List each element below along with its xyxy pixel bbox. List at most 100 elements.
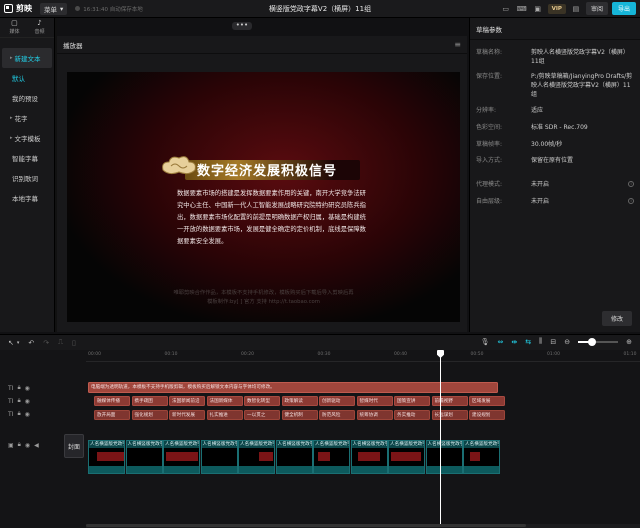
snap-icon[interactable]: ⇹ <box>511 338 517 346</box>
video-clip[interactable]: 人名横竖版党政字幕 <box>313 440 350 474</box>
redo-icon[interactable]: ↷ <box>43 339 49 347</box>
video-clip[interactable]: 人名横竖版党政字幕 <box>463 440 500 474</box>
text-clip[interactable]: 新时代发展 <box>169 410 205 420</box>
layout-switch-icon[interactable]: ▤ <box>570 3 582 15</box>
param-label: 草稿名称: <box>476 49 503 56</box>
split-icon[interactable]: ⎍ <box>58 338 63 347</box>
eye-icon[interactable]: ◉ <box>25 385 30 392</box>
sidebar-item-new-text[interactable]: 新建文本 <box>2 48 52 68</box>
text-clip[interactable]: 携手疏困 <box>131 396 168 406</box>
eye-icon[interactable]: ◉ <box>25 398 30 405</box>
zoom-knob[interactable] <box>588 337 597 346</box>
vip-badge[interactable]: VIP <box>547 3 566 14</box>
text-clip[interactable]: 扎实推进 <box>206 410 243 420</box>
text-clip[interactable]: 前瞻视野 <box>431 396 468 406</box>
time-ruler[interactable]: 00:00 00:10 00:20 00:30 00:40 00:50 01:00 01:10 <box>86 350 640 362</box>
text-clip[interactable]: 建设规划 <box>469 410 505 420</box>
layout-icon[interactable]: ▭ <box>500 3 512 15</box>
param-value: 标准 SDR - Rec.709 <box>531 124 588 131</box>
select-tool-icon[interactable]: ↖ <box>8 339 14 347</box>
video-clip[interactable]: 人名横竖版党政字幕 <box>425 440 463 474</box>
text-clip[interactable]: 数智化转型 <box>244 396 280 406</box>
text-clip[interactable]: 健全机制 <box>281 410 318 420</box>
info-icon[interactable]: i <box>628 181 634 187</box>
text-clip[interactable]: 融媒体传播 <box>94 396 130 406</box>
note-clip[interactable]: 电脑端为透明轨道，本模板不支持手机版剪辑，模板购买后解锁文本内容与字体均可修改。 <box>88 382 498 393</box>
scroll-thumb[interactable] <box>86 524 526 527</box>
tab-audio[interactable]: ♪ 音频 <box>34 20 44 36</box>
text-clip[interactable]: 统筹协调 <box>356 410 393 420</box>
thumbnail-red-frame <box>391 452 421 461</box>
sidebar-item-my-presets[interactable]: 我的预设 <box>0 88 54 108</box>
video-clip[interactable]: 人名横竖版党政字幕 <box>350 440 388 474</box>
text-clip[interactable]: 务实推动 <box>394 410 430 420</box>
linkage-icon[interactable]: ⇆ <box>525 338 531 346</box>
lock-icon[interactable]: 🔒︎ <box>17 410 20 418</box>
eye-icon[interactable]: ◉ <box>25 442 30 449</box>
zoom-in-icon[interactable]: ⊕ <box>626 338 632 346</box>
cover-button[interactable]: 封面 <box>64 434 84 458</box>
microphone-icon[interactable]: 🎙︎ <box>481 338 490 346</box>
info-icon[interactable]: i <box>628 198 634 204</box>
eye-icon[interactable]: ◉ <box>25 411 30 418</box>
text-clip[interactable]: 法国新闻前沿 <box>169 396 205 406</box>
text-clip[interactable]: 强化规划 <box>131 410 168 420</box>
lock-icon[interactable]: 🔒︎ <box>18 441 21 449</box>
fit-icon[interactable]: ⊟ <box>550 338 556 346</box>
video-clip[interactable]: 人名横竖版党政字幕 <box>163 440 200 474</box>
text-clip[interactable]: 智媒时代 <box>356 396 393 406</box>
mute-icon[interactable]: ◀ <box>34 442 39 449</box>
text-clip[interactable]: 政策解读 <box>281 396 318 406</box>
track-header-video: ▣ 🔒︎ ◉ ◀ <box>8 441 39 449</box>
lock-icon[interactable]: 🔒︎ <box>17 384 20 392</box>
delete-icon[interactable]: ▯ <box>72 339 76 347</box>
text-clip[interactable]: 区域发展 <box>469 396 505 406</box>
text-clip[interactable]: 法国新媒体 <box>206 396 243 406</box>
video-clip[interactable]: 人名横竖版党政字幕 <box>388 440 425 474</box>
zoom-out-icon[interactable]: ⊖ <box>564 338 570 346</box>
param-row-import-mode: 导入方式: 保留在原有位置 <box>476 156 636 165</box>
video-clip-label: 人名横竖版党政字幕 <box>240 442 274 447</box>
draft-params-panel: 草稿参数 草稿名称: 剪映人名横竖版党政字幕V2（横屏）11组 保存位置: P:… <box>469 18 640 332</box>
text-clip[interactable]: 长远谋划 <box>431 410 468 420</box>
video-clip[interactable]: 人名横竖版党政字幕 <box>238 440 275 474</box>
text-clip[interactable]: 放开局面 <box>94 410 130 420</box>
video-thumbnail <box>351 448 387 466</box>
menu-button[interactable]: 菜单 ▾ <box>40 2 68 15</box>
param-row-resolution: 分辨率: 适应 <box>476 106 636 115</box>
playhead[interactable] <box>440 350 441 528</box>
text-clip[interactable]: 防范风险 <box>319 410 355 420</box>
modify-button[interactable]: 修改 <box>601 311 632 326</box>
text-clip[interactable]: 国策宣讲 <box>394 396 430 406</box>
video-clip[interactable]: 人名横竖版党政字幕 <box>88 440 125 474</box>
preview-axis-icon[interactable]: ⫼ <box>539 337 542 346</box>
monitor-icon[interactable]: ▣ <box>532 3 544 15</box>
tab-media[interactable]: ▢ 媒体 <box>9 20 19 36</box>
undo-icon[interactable]: ↶ <box>28 339 34 347</box>
review-button[interactable]: 审阅 <box>585 2 608 15</box>
export-button[interactable]: 导出 <box>611 2 636 15</box>
chevron-down-icon[interactable]: ▾ <box>17 340 20 346</box>
video-clip[interactable]: 人名横竖版党政字幕 <box>125 440 163 474</box>
sidebar-item-default[interactable]: 默认 <box>0 68 54 88</box>
shortcut-icon[interactable]: ⌨ <box>516 3 528 15</box>
text-clip[interactable]: 创新驱动 <box>319 396 355 406</box>
video-clip[interactable]: 人名横竖版党政字幕 <box>275 440 313 474</box>
video-clip[interactable]: 人名横竖版党政字幕 <box>200 440 238 474</box>
link-main-track-icon[interactable]: ⇔ <box>498 338 504 346</box>
video-thumbnail <box>314 448 349 466</box>
sidebar-item-local-captions[interactable]: 本地字幕 <box>0 188 54 208</box>
sidebar-item-auto-captions[interactable]: 智能字幕 <box>0 148 54 168</box>
param-row-location: 保存位置: P:/剪映草稿箱/JianyingPro Drafts/剪映人名横竖… <box>476 72 636 99</box>
sidebar-item-fancy-text[interactable]: 花字 <box>0 108 54 128</box>
timeline-scrollbar[interactable] <box>86 524 640 528</box>
sidebar-item-text-templates[interactable]: 文字模板 <box>0 128 54 148</box>
sidebar-item-lyrics[interactable]: 识别歌词 <box>0 168 54 188</box>
menu-icon[interactable]: ≡ <box>454 40 461 49</box>
lock-icon[interactable]: 🔒︎ <box>17 397 20 405</box>
video-thumbnail <box>126 448 162 466</box>
text-clip[interactable]: 一以贯之 <box>244 410 280 420</box>
preview-canvas[interactable]: 数字经济发展积极信号 数据要素市场的搭建是发挥数据要素作用的关键，南开大学竞争法… <box>67 72 460 322</box>
panel-grabber[interactable]: ••• <box>232 22 252 30</box>
zoom-slider[interactable] <box>578 337 619 346</box>
